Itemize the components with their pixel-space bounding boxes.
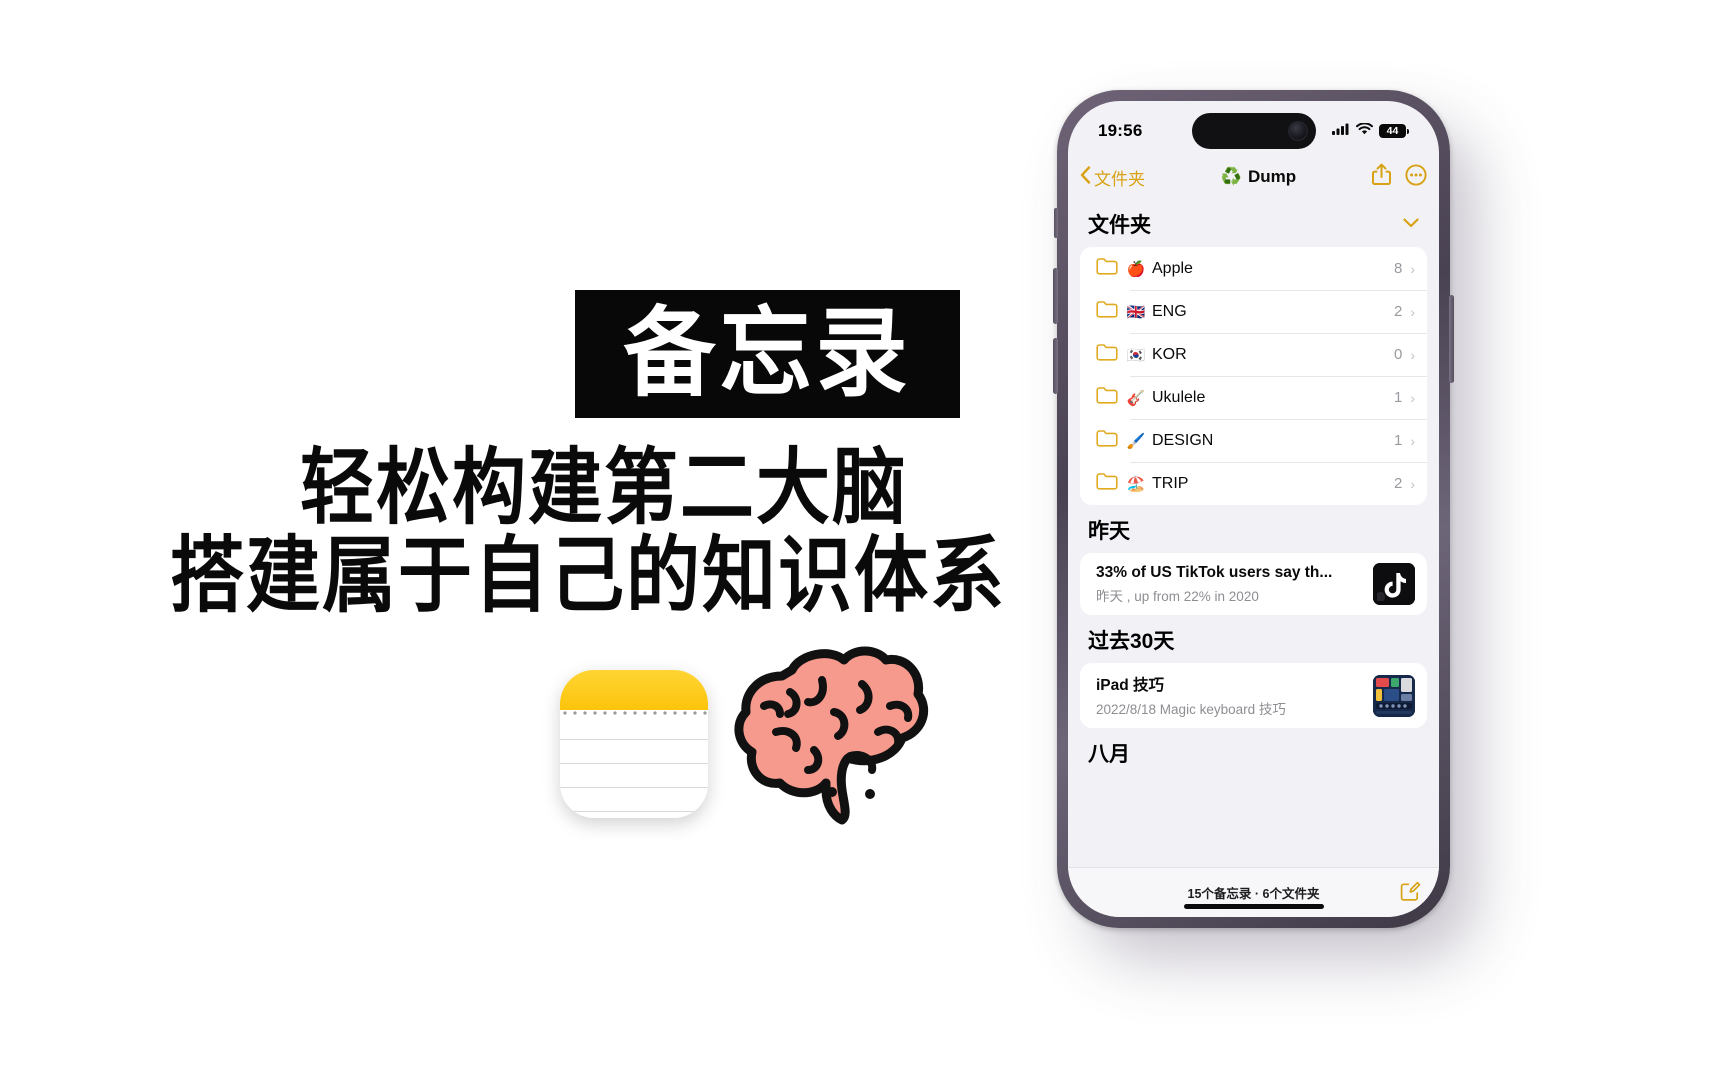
notes-section-header-last30: 过去30天 — [1068, 615, 1439, 663]
folder-name: KOR — [1152, 345, 1187, 363]
folders-section-title: 文件夹 — [1088, 214, 1151, 237]
note-text: 33% of US TikTok users say th... 昨天 , up… — [1096, 564, 1373, 605]
notes-card-yesterday: 33% of US TikTok users say th... 昨天 , up… — [1080, 553, 1427, 615]
folder-count: 2 — [1393, 303, 1403, 320]
nav-title-label: Dump — [1248, 167, 1297, 186]
folder-count: 0 — [1393, 346, 1403, 363]
folder-icon — [1096, 386, 1118, 409]
folder-count: 1 — [1393, 389, 1403, 406]
bottom-toolbar: 15个备忘录 · 6个文件夹 — [1068, 867, 1439, 917]
page-title: 备忘录 — [623, 299, 912, 409]
section-title: 八月 — [1088, 743, 1130, 766]
folders-card: 🍎 Apple 8 › 🇬🇧 ENG 2 › 🇰🇷 KOR 0 › 🎸 Ukul… — [1080, 247, 1427, 505]
share-icon[interactable] — [1372, 163, 1391, 191]
status-bar-time: 19:56 — [1098, 121, 1143, 140]
back-button-label: 文件夹 — [1094, 169, 1145, 189]
folder-emoji: 🍎 — [1126, 260, 1146, 278]
battery-nub — [1407, 128, 1409, 134]
folder-icon — [1096, 257, 1118, 280]
recycle-emoji-icon: ♻️ — [1220, 167, 1242, 186]
power-button[interactable] — [1449, 295, 1454, 383]
volume-up-button[interactable] — [1053, 268, 1058, 324]
chevron-down-icon[interactable] — [1403, 215, 1419, 233]
notes-icon-header-band — [560, 670, 708, 710]
folder-name: Ukulele — [1152, 388, 1206, 406]
folder-row-ukulele[interactable]: 🎸 Ukulele 1 › — [1080, 376, 1427, 419]
nav-title: ♻️ Dump — [1145, 167, 1372, 187]
folder-emoji: 🇬🇧 — [1126, 303, 1146, 321]
folders-section-header[interactable]: 文件夹 — [1068, 199, 1439, 247]
folder-row-trip[interactable]: 🏖️ TRIP 2 › — [1080, 462, 1427, 505]
volume-down-button[interactable] — [1053, 338, 1058, 394]
back-button[interactable]: 文件夹 — [1080, 165, 1145, 190]
note-title: iPad 技巧 — [1096, 677, 1165, 694]
nav-actions — [1372, 163, 1427, 191]
status-bar: 19:56 44 — [1068, 101, 1439, 155]
section-title: 昨天 — [1088, 520, 1130, 543]
folder-name: TRIP — [1152, 474, 1189, 492]
silent-switch[interactable] — [1054, 208, 1058, 238]
folder-icon — [1096, 429, 1118, 452]
folder-name: Apple — [1152, 259, 1193, 277]
notes-section-header-yesterday: 昨天 — [1068, 505, 1439, 553]
chevron-right-icon: › — [1410, 432, 1415, 449]
navigation-bar: 文件夹 ♻️ Dump — [1068, 155, 1439, 199]
folder-count: 2 — [1393, 475, 1403, 492]
promo-title-box: 备忘录 — [575, 290, 960, 418]
promo-panel: 备忘录 轻松构建第二大脑 搭建属于自己的知识体系 — [0, 0, 1004, 1080]
dynamic-island — [1191, 113, 1316, 149]
chevron-right-icon: › — [1410, 260, 1415, 277]
home-indicator[interactable] — [1183, 904, 1324, 909]
battery-level: 44 — [1379, 124, 1406, 138]
promo-subtitle-line-2: 搭建属于自己的知识体系 — [170, 531, 1006, 623]
compose-note-icon[interactable] — [1399, 879, 1421, 906]
folder-emoji: 🏖️ — [1126, 475, 1146, 493]
chevron-right-icon: › — [1410, 475, 1415, 492]
tiktok-thumbnail — [1373, 563, 1415, 605]
folder-row-kor[interactable]: 🇰🇷 KOR 0 › — [1080, 333, 1427, 376]
promo-subtitle-line-1: 轻松构建第二大脑 — [300, 443, 908, 535]
note-row-tiktok[interactable]: 33% of US TikTok users say th... 昨天 , up… — [1080, 553, 1427, 615]
note-text: iPad 技巧 2022/8/18 Magic keyboard 技巧 — [1096, 673, 1373, 718]
notes-section-header-august: 八月 — [1068, 728, 1439, 776]
folder-name: ENG — [1152, 302, 1187, 320]
folder-emoji: 🎸 — [1126, 389, 1146, 407]
folder-row-eng[interactable]: 🇬🇧 ENG 2 › — [1080, 290, 1427, 333]
ipad-thumbnail — [1373, 674, 1415, 717]
cellular-signal-icon — [1332, 122, 1350, 140]
notes-list-scroll[interactable]: 文件夹 🍎 Apple 8 › 🇬🇧 ENG 2 › 🇰🇷 KOR 0 › 🎸 … — [1068, 199, 1439, 867]
folder-count: 8 — [1393, 260, 1403, 277]
toolbar-summary: 15个备忘录 · 6个文件夹 — [1187, 887, 1320, 901]
phone-screen: 19:56 44 文件夹 ♻️ Dump 文件夹 🍎 Apple 8 › 🇬🇧 … — [1068, 101, 1439, 917]
note-title: 33% of US TikTok users say th... — [1096, 563, 1333, 581]
folder-row-apple[interactable]: 🍎 Apple 8 › — [1080, 247, 1427, 290]
status-bar-indicators: 44 — [1332, 122, 1409, 140]
iphone-device: 19:56 44 文件夹 ♻️ Dump 文件夹 🍎 Apple 8 › 🇬🇧 … — [1053, 90, 1454, 928]
folder-icon — [1096, 343, 1118, 366]
wifi-icon — [1356, 122, 1373, 140]
section-title: 过去30天 — [1088, 630, 1175, 653]
folder-icon — [1096, 472, 1118, 495]
brain-icon — [730, 640, 940, 825]
chevron-right-icon: › — [1410, 389, 1415, 406]
notes-card-last30: iPad 技巧 2022/8/18 Magic keyboard 技巧 — [1080, 663, 1427, 728]
chevron-left-icon — [1080, 165, 1091, 189]
chevron-right-icon: › — [1410, 346, 1415, 363]
promo-page: 备忘录 轻松构建第二大脑 搭建属于自己的知识体系 19:56 44 文件夹 ♻️… — [0, 0, 1728, 1080]
note-subtitle: 2022/8/18 Magic keyboard 技巧 — [1096, 702, 1286, 717]
folder-icon — [1096, 300, 1118, 323]
note-subtitle: 昨天 , up from 22% in 2020 — [1096, 588, 1259, 604]
battery-icon: 44 — [1379, 124, 1409, 138]
front-camera-icon — [1287, 121, 1308, 141]
folder-name: DESIGN — [1152, 431, 1214, 449]
more-circle-icon[interactable] — [1405, 163, 1427, 191]
notes-icon-lines — [560, 716, 708, 818]
notes-app-icon — [560, 670, 708, 818]
folder-emoji: 🇰🇷 — [1126, 346, 1146, 364]
note-row-ipad[interactable]: iPad 技巧 2022/8/18 Magic keyboard 技巧 — [1080, 663, 1427, 728]
folder-emoji: 🖌️ — [1126, 432, 1146, 450]
folder-row-design[interactable]: 🖌️ DESIGN 1 › — [1080, 419, 1427, 462]
chevron-right-icon: › — [1410, 303, 1415, 320]
folder-count: 1 — [1393, 432, 1403, 449]
